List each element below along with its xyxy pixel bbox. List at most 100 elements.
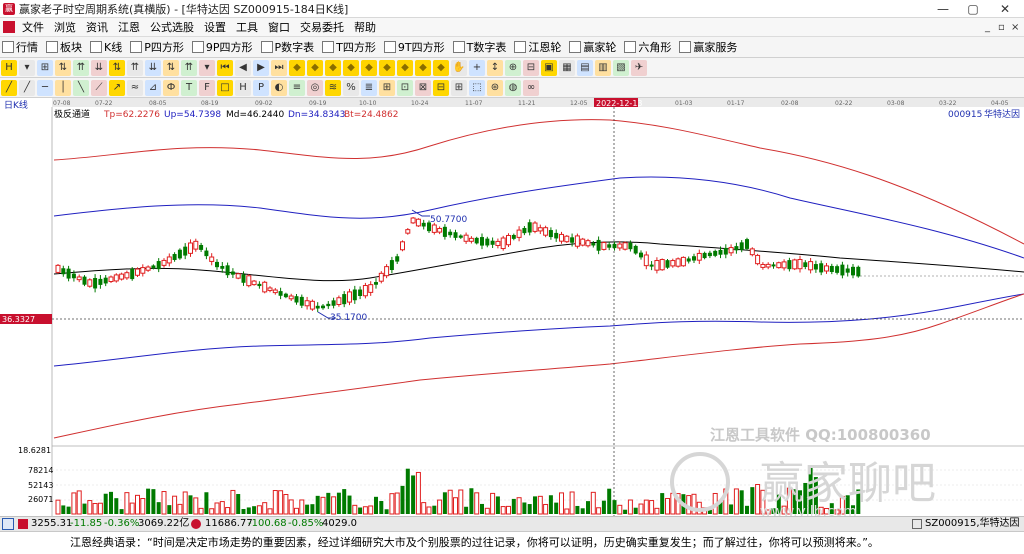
- toolbar-item-5[interactable]: P数字表: [260, 39, 314, 55]
- toolbar2-tool-12[interactable]: ⏮: [217, 59, 233, 76]
- menu-help[interactable]: 帮助: [349, 18, 381, 37]
- menu-file[interactable]: 文件: [17, 18, 49, 37]
- toolbar-item-0[interactable]: 行情: [2, 39, 38, 55]
- toolbar3-tool-15[interactable]: ◐: [271, 79, 287, 96]
- toolbar2-tool-30[interactable]: ▣: [541, 59, 557, 76]
- toolbar-item-1[interactable]: 板块: [46, 39, 82, 55]
- toolbar3-tool-10[interactable]: T: [181, 79, 197, 96]
- toolbar2-tool-22[interactable]: ◆: [397, 59, 413, 76]
- toolbar2-tool-7[interactable]: ⇈: [127, 59, 143, 76]
- toolbar3-tool-12[interactable]: □: [217, 79, 233, 96]
- toolbar2-tool-10[interactable]: ⇈: [181, 59, 197, 76]
- toolbar-item-7[interactable]: 9T四方形: [383, 39, 445, 55]
- maximize-button[interactable]: ▢: [958, 1, 988, 17]
- menu-tools[interactable]: 工具: [231, 18, 263, 37]
- menu-gann[interactable]: 江恩: [113, 18, 145, 37]
- toolbar2-tool-20[interactable]: ◆: [361, 59, 377, 76]
- toolbar2-tool-14[interactable]: ▶: [253, 59, 269, 76]
- toolbar2-tool-19[interactable]: ◆: [343, 59, 359, 76]
- mdi-restore-button[interactable]: ▫: [998, 18, 1005, 37]
- toolbar2-tool-21[interactable]: ◆: [379, 59, 395, 76]
- toolbar-item-10[interactable]: 赢家轮: [569, 39, 616, 55]
- toolbar3-tool-5[interactable]: ⟋: [91, 79, 107, 96]
- toolbar2-tool-33[interactable]: ▥: [595, 59, 611, 76]
- toolbar3-tool-29[interactable]: ∞: [523, 79, 539, 96]
- toolbar-item-9[interactable]: 江恩轮: [514, 39, 561, 55]
- toolbar2-tool-35[interactable]: ✈: [631, 59, 647, 76]
- toolbar3-tool-6[interactable]: ↗: [109, 79, 125, 96]
- toolbar3-tool-22[interactable]: ⊡: [397, 79, 413, 96]
- toolbar2-tool-29[interactable]: ⊟: [523, 59, 539, 76]
- toolbar3-tool-9[interactable]: Ф: [163, 79, 179, 96]
- toolbar3-tool-17[interactable]: ◎: [307, 79, 323, 96]
- toolbar3-tool-28[interactable]: ◍: [505, 79, 521, 96]
- toolbar2-tool-9[interactable]: ⇅: [163, 59, 179, 76]
- toolbar-item-6[interactable]: T四方形: [322, 39, 376, 55]
- mdi-close-button[interactable]: ×: [1011, 18, 1019, 37]
- toolbar3-tool-13[interactable]: H: [235, 79, 251, 96]
- toolbar2-tool-28[interactable]: ⊕: [505, 59, 521, 76]
- menu-info[interactable]: 资讯: [81, 18, 113, 37]
- toolbar-item-11[interactable]: 六角形: [624, 39, 671, 55]
- toolbar2-tool-2[interactable]: ⊞: [37, 59, 53, 76]
- toolbar3-tool-20[interactable]: ≣: [361, 79, 377, 96]
- menu-formula[interactable]: 公式选股: [145, 18, 199, 37]
- toolbar3-tool-1[interactable]: ╱: [19, 79, 35, 96]
- toolbar3-tool-19[interactable]: %: [343, 79, 359, 96]
- toolbar3-tool-8[interactable]: ⊿: [145, 79, 161, 96]
- toolbar2-tool-5[interactable]: ⇊: [91, 59, 107, 76]
- toolbar-item-12[interactable]: 赢家服务: [679, 39, 737, 55]
- toolbar3-tool-24[interactable]: ⊟: [433, 79, 449, 96]
- toolbar-item-4[interactable]: 9P四方形: [191, 39, 253, 55]
- toolbar2-tool-6[interactable]: ⇅: [109, 59, 125, 76]
- toolbar3-tool-14[interactable]: P: [253, 79, 269, 96]
- menu-settings[interactable]: 设置: [199, 18, 231, 37]
- toolbar3-tool-0[interactable]: ╱: [1, 79, 17, 96]
- toolbar2-tool-0[interactable]: H: [1, 59, 17, 76]
- toolbar2-tool-18[interactable]: ◆: [325, 59, 341, 76]
- toolbar3-tool-23[interactable]: ⊠: [415, 79, 431, 96]
- toolbar2-tool-15[interactable]: ⏭: [271, 59, 287, 76]
- toolbar2-tool-32[interactable]: ▤: [577, 59, 593, 76]
- status-grid-icon[interactable]: [2, 518, 14, 530]
- toolbar2-tool-25[interactable]: ✋: [451, 59, 467, 76]
- toolbar2-tool-16[interactable]: ◆: [289, 59, 305, 76]
- mdi-minimize-button[interactable]: _: [985, 18, 990, 37]
- toolbar2-tool-26[interactable]: +: [469, 59, 485, 76]
- toolbar2-tool-27[interactable]: ↕: [487, 59, 503, 76]
- toolbar2-tool-23[interactable]: ◆: [415, 59, 431, 76]
- toolbar2-tool-31[interactable]: ▦: [559, 59, 575, 76]
- candle-up: [400, 241, 405, 251]
- toolbar-item-3[interactable]: P四方形: [130, 39, 184, 55]
- toolbar2-tool-3[interactable]: ⇅: [55, 59, 71, 76]
- toolbar2-tool-13[interactable]: ◀: [235, 59, 251, 76]
- toolbar3-tool-7[interactable]: ≈: [127, 79, 143, 96]
- chart-area[interactable]: 07-08 07-22 08-05 08-19 09-02 09-19 10-10 10-24…: [0, 98, 1024, 516]
- toolbar2-tool-11[interactable]: ▾: [199, 59, 215, 76]
- toolbar3-tool-27[interactable]: ⊛: [487, 79, 503, 96]
- toolbar-item-8[interactable]: T数字表: [452, 39, 506, 55]
- toolbar3-tool-3[interactable]: │: [55, 79, 71, 96]
- toolbar2-tool-4[interactable]: ⇈: [73, 59, 89, 76]
- toolbar2-tool-17[interactable]: ◆: [307, 59, 323, 76]
- toolbar2-tool-1[interactable]: ▾: [19, 59, 35, 76]
- minimize-button[interactable]: —: [928, 1, 958, 17]
- toolbar3-tool-26[interactable]: ⬚: [469, 79, 485, 96]
- toolbar3-tool-11[interactable]: F: [199, 79, 215, 96]
- close-button[interactable]: ✕: [990, 1, 1020, 17]
- menu-app-icon[interactable]: [3, 21, 15, 33]
- toolbar2-tool-8[interactable]: ⇊: [145, 59, 161, 76]
- toolbar3-tool-2[interactable]: ─: [37, 79, 53, 96]
- toolbar-item-2[interactable]: K线: [90, 39, 122, 55]
- kline-chart[interactable]: 07-08 07-22 08-05 08-19 09-02 09-19 10-10 10-24…: [0, 98, 1024, 516]
- menu-window[interactable]: 窗口: [263, 18, 295, 37]
- toolbar2-tool-34[interactable]: ▧: [613, 59, 629, 76]
- toolbar3-tool-4[interactable]: ╲: [73, 79, 89, 96]
- toolbar2-tool-24[interactable]: ◆: [433, 59, 449, 76]
- toolbar3-tool-25[interactable]: ⊞: [451, 79, 467, 96]
- toolbar3-tool-21[interactable]: ⊞: [379, 79, 395, 96]
- menu-trade[interactable]: 交易委托: [295, 18, 349, 37]
- menu-browse[interactable]: 浏览: [49, 18, 81, 37]
- toolbar3-tool-16[interactable]: ≡: [289, 79, 305, 96]
- toolbar3-tool-18[interactable]: ≋: [325, 79, 341, 96]
